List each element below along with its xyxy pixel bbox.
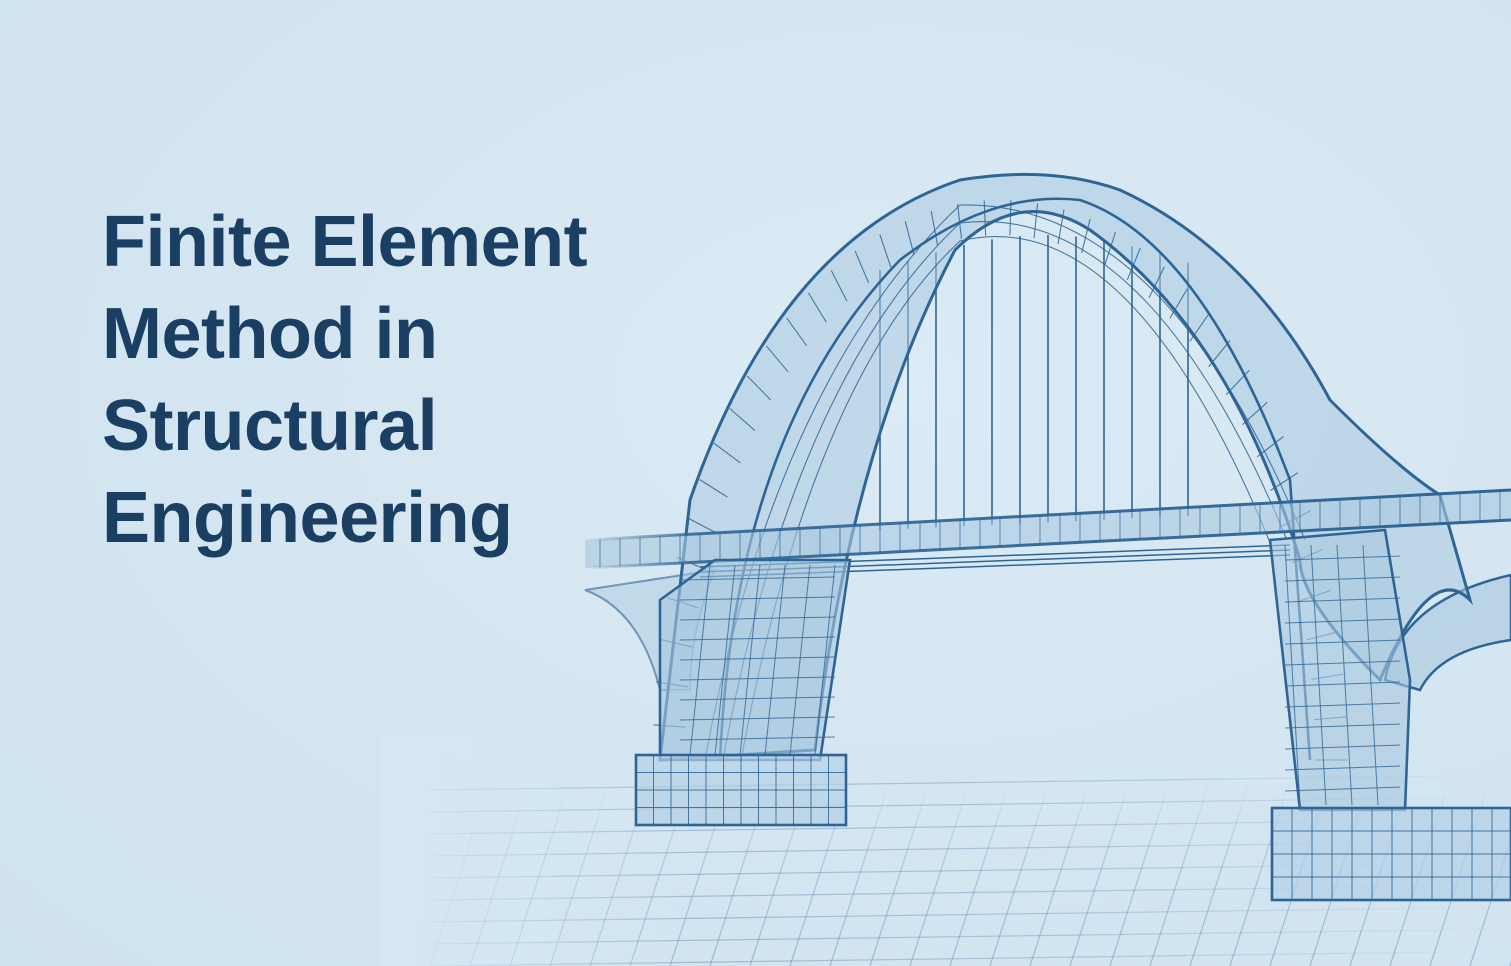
- hero-banner: Finite Element Method in Structural Engi…: [0, 0, 1511, 966]
- left-footing: [634, 753, 848, 827]
- arch-bridge-wireframe-icon: [380, 172, 1511, 966]
- right-footing: [1270, 806, 1511, 902]
